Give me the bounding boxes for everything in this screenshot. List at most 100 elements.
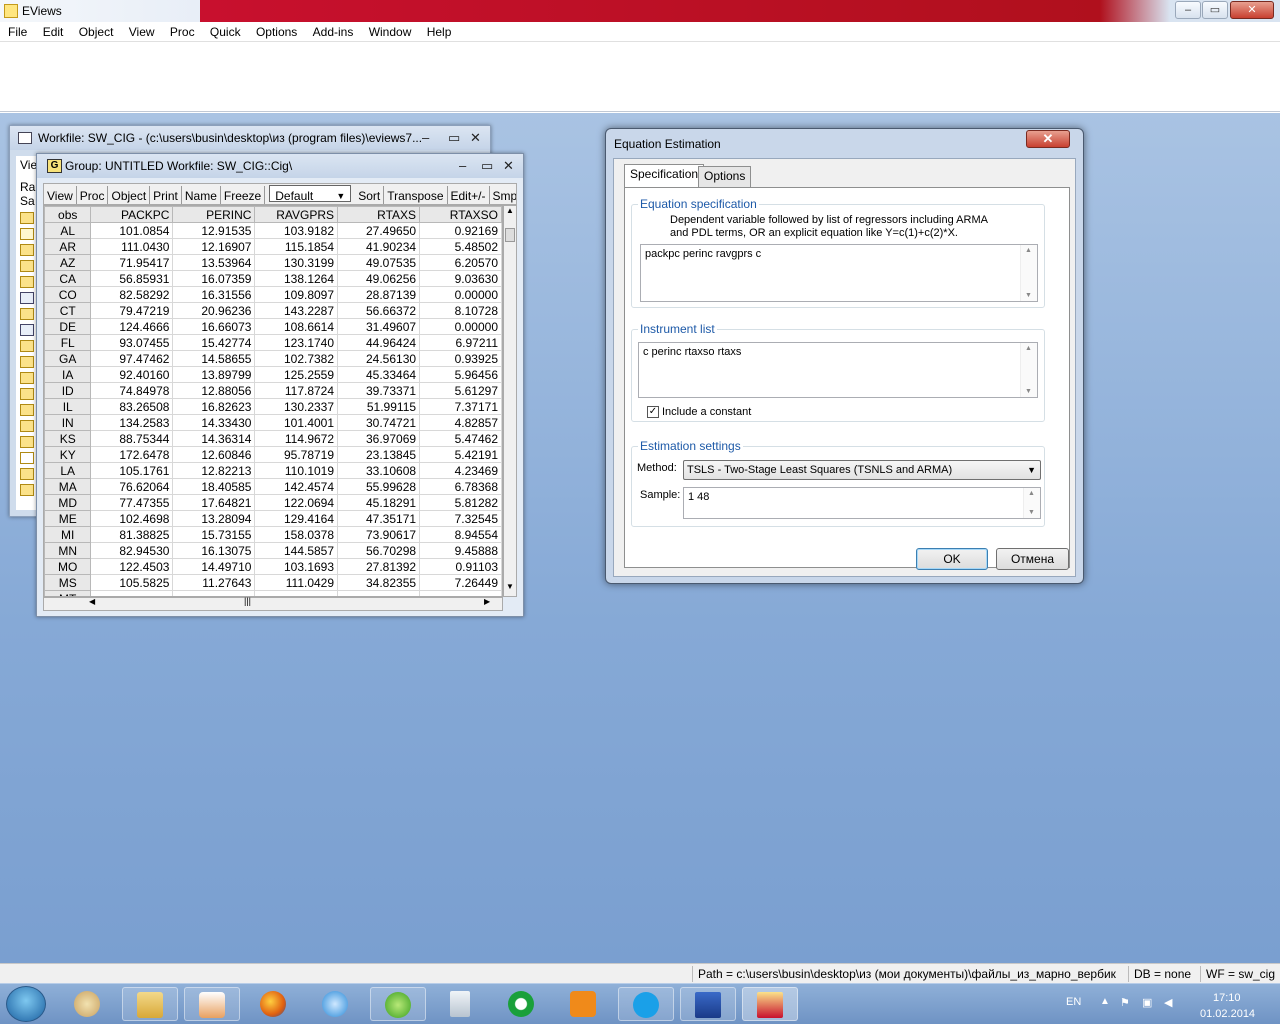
close-button[interactable]: ✕: [503, 154, 514, 178]
table-cell[interactable]: 20.96236: [172, 302, 256, 319]
table-cell[interactable]: 56.70298: [337, 542, 421, 559]
table-row[interactable]: AR 111.0430 12.16907 115.1854 41.90234 5.4850…: [44, 238, 502, 255]
table-cell[interactable]: 144.5857: [254, 542, 339, 559]
table-cell[interactable]: 14.58655: [172, 350, 256, 367]
textarea-scrollbar[interactable]: ▲ ▼: [1020, 343, 1037, 397]
volume-icon[interactable]: ◀: [1164, 996, 1172, 1009]
table-cell[interactable]: 71.95417: [90, 254, 174, 271]
table-cell[interactable]: 76.62064: [90, 478, 174, 495]
table-cell[interactable]: 55.99628: [337, 478, 421, 495]
table-cell[interactable]: 17.64821: [172, 494, 256, 511]
table-cell[interactable]: 4.82857: [419, 414, 502, 431]
obs-label[interactable]: MS: [44, 574, 92, 591]
view-button[interactable]: View: [44, 186, 77, 204]
obs-label[interactable]: AR: [44, 238, 92, 255]
table-cell[interactable]: 4.23469: [419, 462, 502, 479]
tab-specification[interactable]: Specification: [624, 164, 705, 188]
table-row[interactable]: LA 105.1761 12.82213 110.1019 33.10608 4.2346…: [44, 462, 502, 479]
column-header[interactable]: RTAXS: [337, 206, 421, 223]
table-cell[interactable]: 134.2583: [90, 414, 174, 431]
table-cell[interactable]: 6.20570: [419, 254, 502, 271]
table-cell[interactable]: 5.96456: [419, 366, 502, 383]
table-cell[interactable]: 5.81282: [419, 494, 502, 511]
table-cell[interactable]: 101.0854: [90, 222, 174, 239]
table-row[interactable]: AZ 71.95417 13.53964 130.3199 49.07535 6.2057…: [44, 254, 502, 271]
table-cell[interactable]: 16.07359: [172, 270, 256, 287]
workfile-toolbar-partial[interactable]: Vie: [20, 158, 37, 172]
table-cell[interactable]: 77.47355: [90, 494, 174, 511]
menu-help[interactable]: Help: [419, 22, 456, 39]
obs-label[interactable]: MA: [44, 478, 92, 495]
series-icon[interactable]: [20, 436, 34, 448]
table-cell[interactable]: 33.10608: [337, 462, 421, 479]
series-icon[interactable]: [20, 372, 34, 384]
firefox-icon[interactable]: [246, 987, 302, 1021]
menu-window[interactable]: Window: [361, 22, 416, 39]
table-cell[interactable]: 97.47462: [90, 350, 174, 367]
obs-label[interactable]: FL: [44, 334, 92, 351]
table-cell[interactable]: 125.2559: [254, 366, 339, 383]
menu-quick[interactable]: Quick: [202, 22, 245, 39]
table-row[interactable]: FL 93.07455 15.42774 123.1740 44.96424 6.9721…: [44, 334, 502, 351]
textarea-scrollbar[interactable]: ▲ ▼: [1020, 245, 1037, 301]
series-icon[interactable]: [20, 276, 34, 288]
close-button[interactable]: ✕: [1230, 1, 1274, 19]
menu-view[interactable]: View: [121, 22, 159, 39]
explorer-icon[interactable]: [122, 987, 178, 1021]
series-icon[interactable]: [20, 212, 34, 224]
display-format-dropdown[interactable]: Default ▼: [269, 185, 352, 203]
obs-label[interactable]: MI: [44, 526, 92, 543]
obs-label[interactable]: AZ: [44, 254, 92, 271]
table-row[interactable]: AL 101.0854 12.91535 103.9182 27.49650 0.9216…: [44, 222, 502, 239]
table-cell[interactable]: 5.61297: [419, 382, 502, 399]
table-row[interactable]: KY 172.6478 12.60846 95.78719 23.13845 5.4219…: [44, 446, 502, 463]
scroll-left-icon[interactable]: ◀: [89, 597, 95, 606]
proc-button[interactable]: Proc: [77, 186, 109, 204]
table-row[interactable]: DE 124.4666 16.66073 108.6614 31.49607 0.0000…: [44, 318, 502, 335]
obs-label[interactable]: KS: [44, 430, 92, 447]
language-indicator[interactable]: EN: [1066, 996, 1081, 1008]
table-cell[interactable]: 5.42191: [419, 446, 502, 463]
freeze-button[interactable]: Freeze: [221, 186, 266, 204]
table-cell[interactable]: 8.10728: [419, 302, 502, 319]
table-cell[interactable]: 142.4574: [254, 478, 339, 495]
table-cell[interactable]: 143.2287: [254, 302, 339, 319]
table-row[interactable]: CA 56.85931 16.07359 138.1264 49.06256 9.0363…: [44, 270, 502, 287]
table-cell[interactable]: 103.1693: [254, 558, 339, 575]
obs-label[interactable]: GA: [44, 350, 92, 367]
tab-options[interactable]: Options: [698, 166, 752, 187]
table-cell[interactable]: 0.00000: [419, 318, 502, 335]
table-row[interactable]: ID 74.84978 12.88056 117.8724 39.73371 5.6129…: [44, 382, 502, 399]
scroll-up-icon[interactable]: ▲: [506, 206, 514, 215]
table-cell[interactable]: 8.94554: [419, 526, 502, 543]
paint-icon[interactable]: [60, 987, 116, 1021]
word-icon[interactable]: [680, 987, 736, 1021]
table-cell[interactable]: 47.35171: [337, 510, 421, 527]
table-cell[interactable]: 23.13845: [337, 446, 421, 463]
obs-label[interactable]: MN: [44, 542, 92, 559]
maximize-button[interactable]: ▭: [481, 154, 493, 178]
transpose-button[interactable]: Transpose: [384, 186, 448, 204]
table-cell[interactable]: 172.6478: [90, 446, 174, 463]
table-cell[interactable]: 82.94530: [90, 542, 174, 559]
tray-expand-icon[interactable]: ▲: [1100, 996, 1110, 1007]
table-cell[interactable]: 117.8724: [254, 382, 339, 399]
menu-addins[interactable]: Add-ins: [305, 22, 358, 39]
equation-spec-input[interactable]: packpc perinc ravgprs c ▲ ▼: [640, 244, 1038, 302]
series-icon[interactable]: [20, 260, 34, 272]
table-row[interactable]: MA 76.62064 18.40585 142.4574 55.99628 6.7836…: [44, 478, 502, 495]
scroll-down-icon[interactable]: ▼: [506, 582, 514, 591]
scroll-thumb[interactable]: [505, 228, 515, 242]
equation-icon[interactable]: [20, 324, 34, 336]
table-cell[interactable]: 30.74721: [337, 414, 421, 431]
start-button[interactable]: [6, 986, 46, 1022]
sample-input[interactable]: 1 48 ▲ ▼: [683, 487, 1041, 519]
table-cell[interactable]: 130.2337: [254, 398, 339, 415]
object-button[interactable]: Object: [108, 186, 151, 204]
obs-label[interactable]: CO: [44, 286, 92, 303]
table-cell[interactable]: 7.32545: [419, 510, 502, 527]
ok-button[interactable]: OK: [916, 548, 988, 570]
obs-label[interactable]: MD: [44, 494, 92, 511]
obs-label[interactable]: IA: [44, 366, 92, 383]
clock-date[interactable]: 01.02.2014: [1200, 1008, 1255, 1020]
